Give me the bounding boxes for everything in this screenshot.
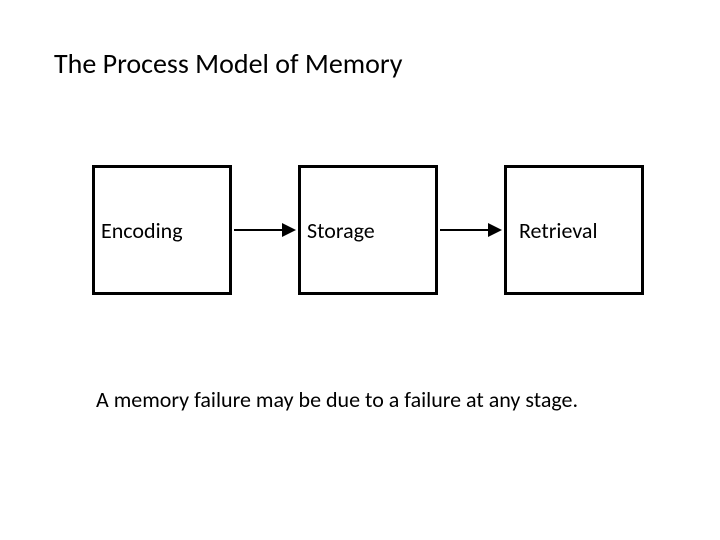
box-encoding-label: Encoding [101, 217, 183, 244]
arrow-icon [234, 223, 296, 237]
arrow-icon [440, 223, 502, 237]
slide-title: The Process Model of Memory [54, 46, 402, 81]
box-retrieval-label: Retrieval [519, 217, 598, 244]
box-storage: Storage [298, 165, 438, 295]
box-storage-label: Storage [307, 217, 375, 244]
process-diagram: Encoding Storage Retrieval [92, 165, 644, 295]
box-encoding: Encoding [92, 165, 232, 295]
caption-text: A memory failure may be due to a failure… [96, 386, 578, 413]
box-retrieval: Retrieval [504, 165, 644, 295]
